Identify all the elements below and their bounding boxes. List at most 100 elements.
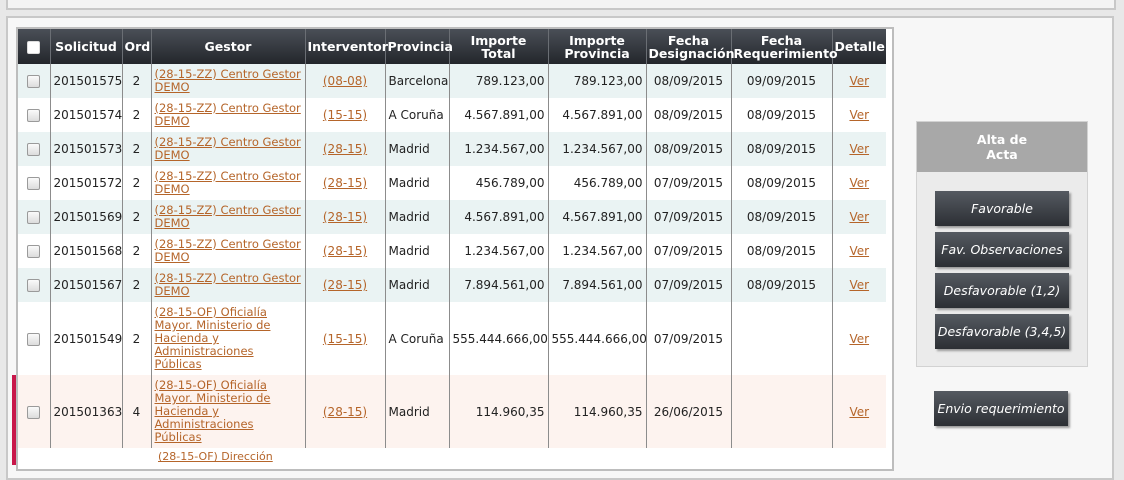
interventor-cell[interactable]: (15-15) <box>304 98 385 132</box>
interventor-cell[interactable]: (28-15) <box>304 200 385 234</box>
table-row[interactable]: 201501572 2 (28-15-ZZ) Centro Gestor DEMO (… <box>18 166 886 200</box>
gestor-link[interactable]: (28-15-ZZ) Centro Gestor DEMO <box>155 237 301 264</box>
gestor-link[interactable]: (28-15-ZZ) Centro Gestor DEMO <box>155 271 301 298</box>
detalle-cell[interactable]: Ver <box>831 268 886 302</box>
interventor-cell[interactable]: (28-15) <box>304 268 385 302</box>
desfavorable-1-2-button[interactable]: Desfavorable (1,2) <box>935 273 1069 308</box>
row-checkbox[interactable] <box>27 75 41 88</box>
col-importe-provincia[interactable]: Importe Provincia <box>547 29 646 64</box>
detalle-link[interactable]: Ver <box>849 74 869 88</box>
select-all-header[interactable] <box>18 29 50 64</box>
table-row[interactable]: 201501549 2 (28-15-OF) Oficialía Mayor. Mi… <box>18 302 886 375</box>
interventor-link[interactable]: (28-15) <box>323 405 367 419</box>
desfavorable-3-4-5-button[interactable]: Desfavorable (3,4,5) <box>935 314 1069 349</box>
gestor-cell[interactable]: (28-15-ZZ) Centro Gestor DEMO <box>150 132 305 166</box>
gestor-link[interactable]: (28-15-ZZ) Centro Gestor DEMO <box>155 203 301 230</box>
detalle-cell[interactable]: Ver <box>831 200 886 234</box>
interventor-link[interactable]: (08-08) <box>323 74 367 88</box>
table-row[interactable]: 201501567 2 (28-15-ZZ) Centro Gestor DEMO (… <box>18 268 886 302</box>
table-row[interactable]: 201501569 2 (28-15-ZZ) Centro Gestor DEMO (… <box>18 200 886 234</box>
gestor-cell[interactable]: (28-15-ZZ) Centro Gestor DEMO <box>150 98 305 132</box>
col-ord[interactable]: Ord <box>121 29 151 64</box>
interventor-cell[interactable]: (28-15) <box>304 375 385 448</box>
detalle-link[interactable]: Ver <box>849 278 869 292</box>
row-checkbox[interactable] <box>27 245 41 258</box>
interventor-cell[interactable]: (28-15) <box>304 166 385 200</box>
gestor-cell[interactable]: (28-15-ZZ) Centro Gestor DEMO <box>150 234 305 268</box>
gestor-link[interactable]: (28-15-ZZ) Centro Gestor DEMO <box>155 169 301 196</box>
detalle-cell[interactable]: Ver <box>831 375 886 448</box>
detalle-cell[interactable]: Ver <box>831 234 886 268</box>
gestor-cell[interactable]: (28-15-ZZ) Centro Gestor DEMO <box>150 268 305 302</box>
interventor-link[interactable]: (28-15) <box>323 210 367 224</box>
row-checkbox-cell[interactable] <box>18 234 50 268</box>
interventor-cell[interactable]: (28-15) <box>304 234 385 268</box>
col-interventor[interactable]: Interventor <box>304 29 388 64</box>
fav-observaciones-button[interactable]: Fav. Observaciones <box>935 232 1069 267</box>
col-provincia[interactable]: Provincia <box>384 29 453 64</box>
gestor-link[interactable]: (28-15-ZZ) Centro Gestor DEMO <box>155 101 301 128</box>
interventor-link[interactable]: (28-15) <box>323 278 367 292</box>
detalle-cell[interactable]: Ver <box>831 64 886 98</box>
detalle-link[interactable]: Ver <box>849 142 869 156</box>
detalle-cell[interactable]: Ver <box>831 166 886 200</box>
detalle-link[interactable]: Ver <box>849 210 869 224</box>
row-checkbox-cell[interactable] <box>18 64 50 98</box>
gestor-cell[interactable]: (28-15-ZZ) Centro Gestor DEMO <box>150 64 305 98</box>
table-row[interactable]: 201501575 2 (28-15-ZZ) Centro Gestor DEMO (… <box>18 64 886 98</box>
detalle-cell[interactable]: Ver <box>831 98 886 132</box>
partial-gestor-link[interactable]: (28-15-OF) Dirección <box>158 450 273 463</box>
row-checkbox[interactable] <box>27 405 41 419</box>
select-all-checkbox[interactable] <box>27 40 41 54</box>
row-checkbox[interactable] <box>27 211 41 224</box>
row-checkbox-cell[interactable] <box>18 302 50 375</box>
gestor-link[interactable]: (28-15-OF) Oficialía Mayor. Ministerio d… <box>155 305 271 371</box>
table-row[interactable]: 201501573 2 (28-15-ZZ) Centro Gestor DEMO (… <box>18 132 886 166</box>
row-checkbox[interactable] <box>27 279 41 292</box>
table-row[interactable]: 201501574 2 (28-15-ZZ) Centro Gestor DEMO (… <box>18 98 886 132</box>
detalle-cell[interactable]: Ver <box>831 132 886 166</box>
row-checkbox[interactable] <box>27 143 41 156</box>
interventor-cell[interactable]: (15-15) <box>304 302 385 375</box>
col-fecha-designacion[interactable]: Fecha Designación <box>645 29 735 64</box>
importe-provincia-cell: 456.789,00 <box>547 166 646 200</box>
row-checkbox-cell[interactable] <box>18 268 50 302</box>
gestor-link[interactable]: (28-15-ZZ) Centro Gestor DEMO <box>155 135 301 162</box>
interventor-link[interactable]: (15-15) <box>323 332 367 346</box>
favorable-button[interactable]: Favorable <box>935 191 1069 226</box>
envio-requerimiento-button[interactable]: Envio requerimiento <box>934 391 1068 426</box>
row-checkbox-cell[interactable] <box>18 98 50 132</box>
gestor-cell[interactable]: (28-15-OF) Oficialía Mayor. Ministerio d… <box>150 302 305 375</box>
importe-total-cell: 7.894.561,00 <box>448 268 548 302</box>
detalle-link[interactable]: Ver <box>849 176 869 190</box>
detalle-link[interactable]: Ver <box>849 332 869 346</box>
interventor-link[interactable]: (28-15) <box>323 176 367 190</box>
row-checkbox[interactable] <box>27 332 41 346</box>
interventor-link[interactable]: (28-15) <box>323 142 367 156</box>
detalle-link[interactable]: Ver <box>849 244 869 258</box>
detalle-link[interactable]: Ver <box>849 405 869 419</box>
gestor-link[interactable]: (28-15-ZZ) Centro Gestor DEMO <box>155 67 301 94</box>
table-row[interactable]: 201501568 2 (28-15-ZZ) Centro Gestor DEMO (… <box>18 234 886 268</box>
col-fecha-requerimiento[interactable]: Fecha Requerimiento <box>730 29 838 64</box>
row-checkbox-cell[interactable] <box>18 375 50 448</box>
gestor-cell[interactable]: (28-15-ZZ) Centro Gestor DEMO <box>150 166 305 200</box>
interventor-link[interactable]: (15-15) <box>323 108 367 122</box>
interventor-cell[interactable]: (08-08) <box>304 64 385 98</box>
gestor-link[interactable]: (28-15-OF) Oficialía Mayor. Ministerio d… <box>155 378 271 444</box>
interventor-link[interactable]: (28-15) <box>323 244 367 258</box>
row-checkbox[interactable] <box>27 177 41 190</box>
interventor-cell[interactable]: (28-15) <box>304 132 385 166</box>
row-checkbox-cell[interactable] <box>18 166 50 200</box>
row-checkbox[interactable] <box>27 109 41 122</box>
col-gestor[interactable]: Gestor <box>150 29 305 64</box>
gestor-cell[interactable]: (28-15-OF) Oficialía Mayor. Ministerio d… <box>150 375 305 448</box>
row-checkbox-cell[interactable] <box>18 132 50 166</box>
col-solicitud[interactable]: Solicitud <box>49 29 122 64</box>
detalle-link[interactable]: Ver <box>849 108 869 122</box>
col-importe-total[interactable]: Importe Total <box>448 29 548 64</box>
table-row[interactable]: 201501363 4 (28-15-OF) Oficialía Mayor. Mi… <box>18 375 886 448</box>
detalle-cell[interactable]: Ver <box>831 302 886 375</box>
gestor-cell[interactable]: (28-15-ZZ) Centro Gestor DEMO <box>150 200 305 234</box>
row-checkbox-cell[interactable] <box>18 200 50 234</box>
